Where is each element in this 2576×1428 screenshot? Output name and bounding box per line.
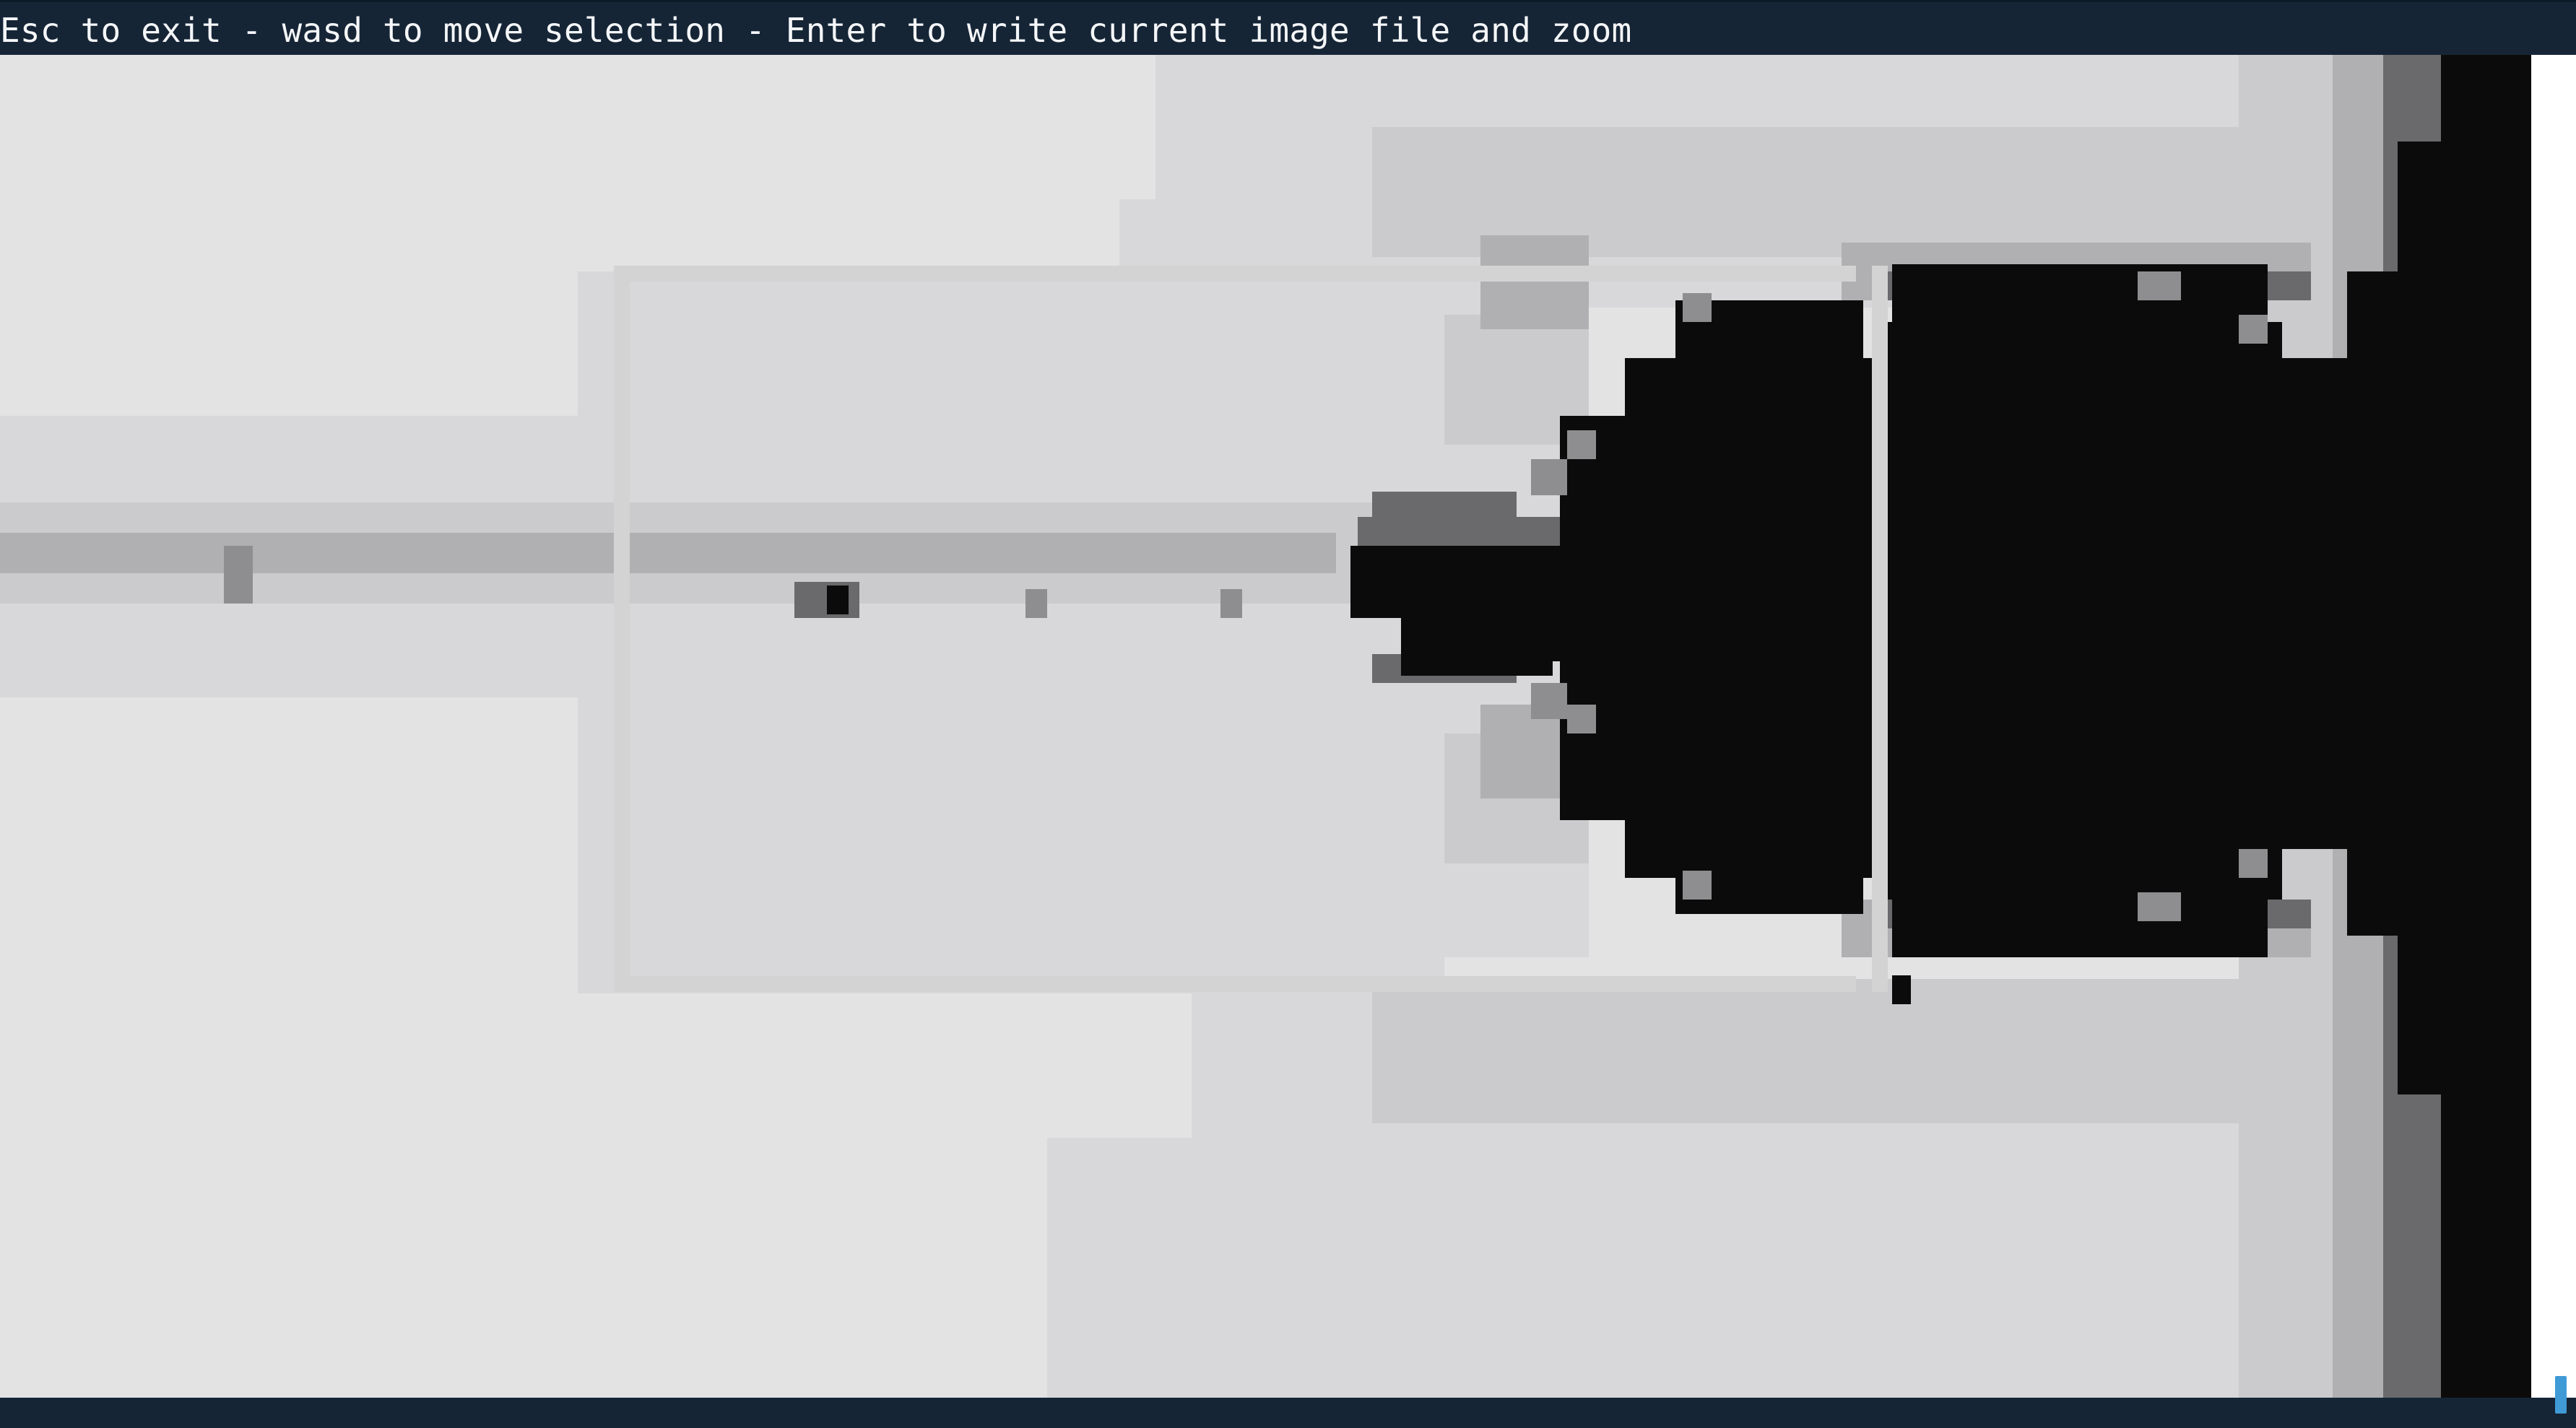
scrollbar-thumb[interactable] bbox=[2555, 1376, 2567, 1414]
bottom-bar bbox=[0, 1398, 2576, 1428]
key-instructions: Esc to exit - wasd to move selection - E… bbox=[0, 11, 1632, 50]
right-gutter bbox=[2531, 55, 2576, 1398]
fractal-viewport[interactable] bbox=[0, 55, 2531, 1398]
mandelbrot-canvas bbox=[0, 55, 2531, 1398]
status-bar: Esc to exit - wasd to move selection - E… bbox=[0, 0, 2576, 55]
